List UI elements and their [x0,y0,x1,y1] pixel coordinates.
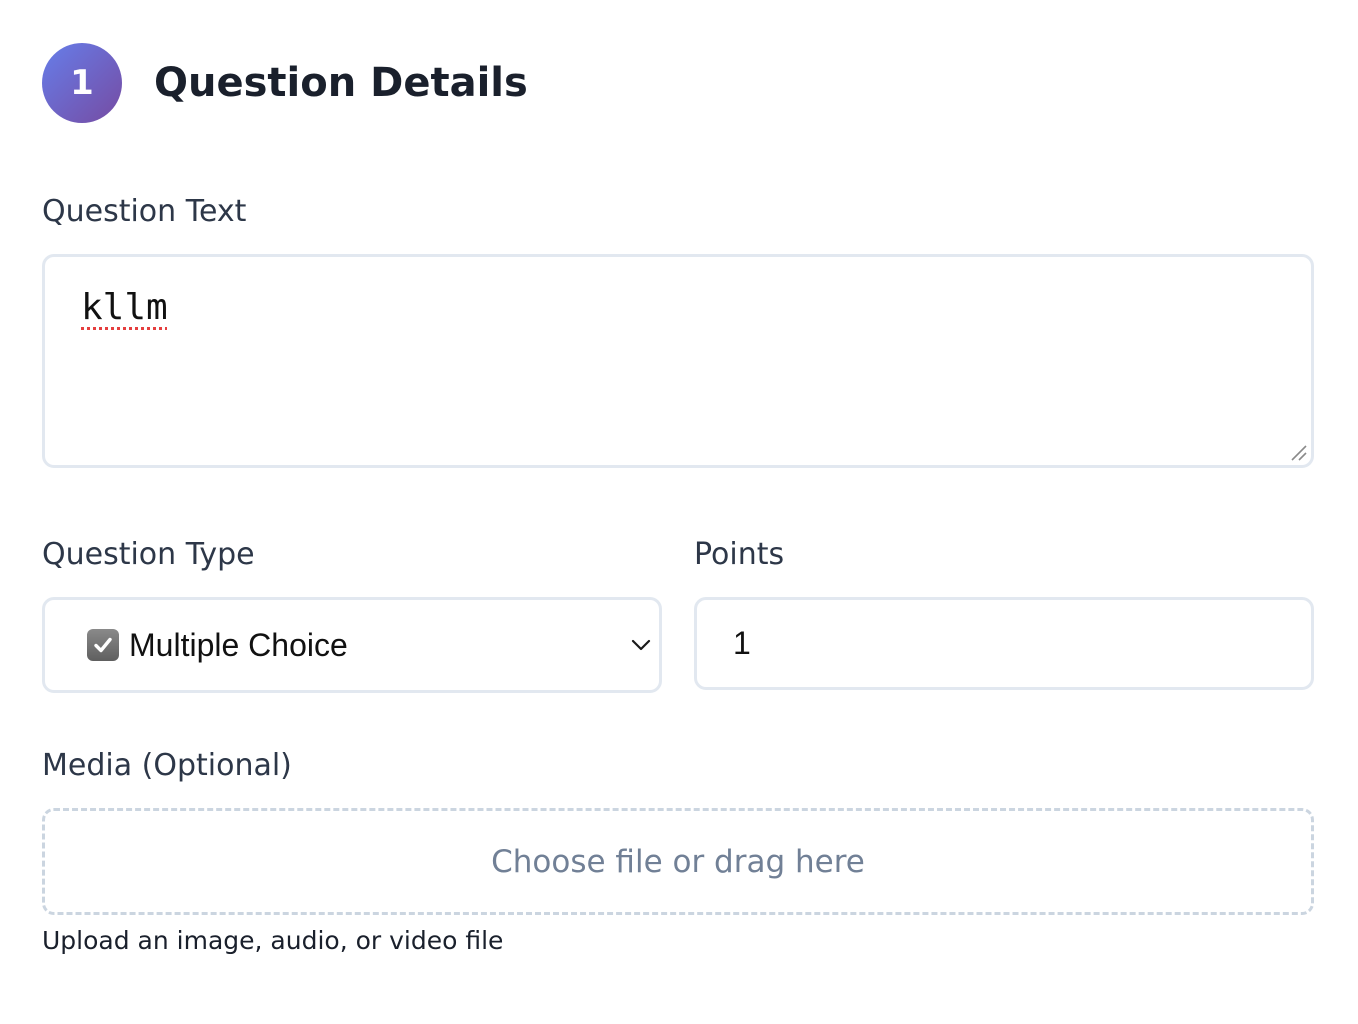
points-label: Points [694,537,785,572]
checkbox-checked-icon [87,629,119,661]
chevron-down-icon [631,639,651,651]
resize-handle-icon[interactable] [1289,443,1307,461]
step-number-badge: 1 [42,43,122,123]
question-form: 1 Question Details Question Text kllm Qu… [0,0,1358,1024]
media-dropzone[interactable]: Choose file or drag here [42,808,1314,915]
dropzone-text: Choose file or drag here [491,843,865,880]
section-title: Question Details [154,60,528,106]
section-header: 1 Question Details [42,43,528,123]
media-label: Media (Optional) [42,748,292,783]
question-text-textarea[interactable]: kllm [42,254,1314,468]
question-text-label: Question Text [42,194,247,229]
question-text-value: kllm [81,287,168,328]
question-type-value: Multiple Choice [129,626,348,663]
question-type-label: Question Type [42,537,255,572]
points-input[interactable]: 1 [694,597,1314,690]
question-type-select[interactable]: Multiple Choice [42,597,662,693]
points-value: 1 [733,625,751,661]
media-help-text: Upload an image, audio, or video file [42,926,504,955]
